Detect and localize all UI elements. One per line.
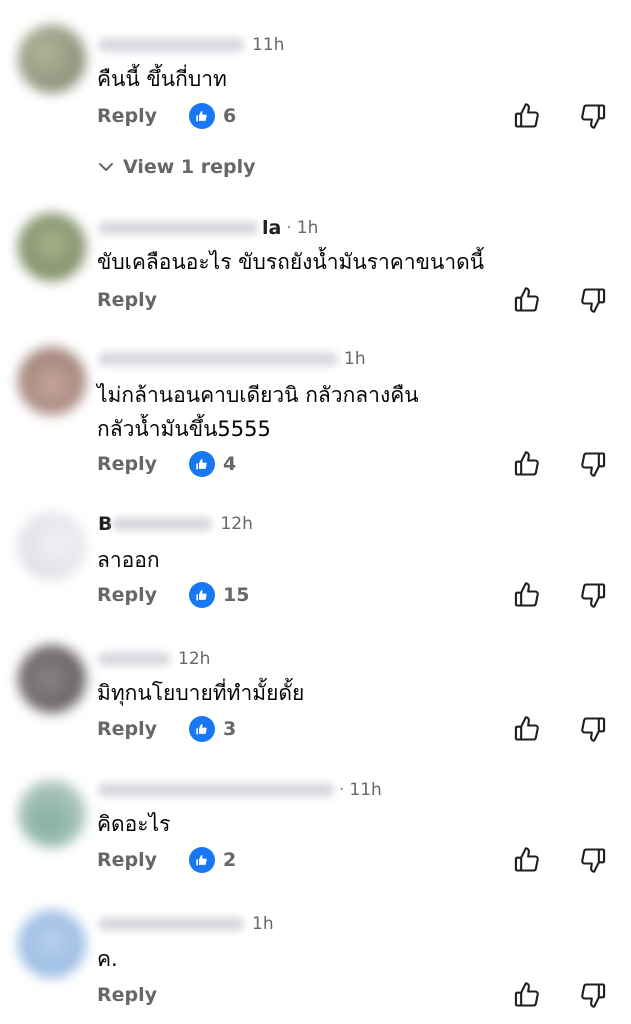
- comment-author-line: 1h: [98, 346, 366, 372]
- comment-text: ขับเคลือนอะไร ขับรถยังน้ำมันราคาขนาดนี้: [97, 250, 485, 274]
- reaction-summary[interactable]: 6: [189, 103, 236, 129]
- thumbs-down-icon[interactable]: [579, 286, 607, 314]
- comment-timestamp: 12h: [178, 649, 211, 669]
- reply-button[interactable]: Reply: [97, 451, 157, 477]
- comment-timestamp: 1h: [296, 218, 319, 238]
- chevron-down-icon: [99, 163, 113, 171]
- thumbs-up-icon[interactable]: [513, 846, 541, 874]
- comment-text: ค.: [97, 947, 118, 971]
- reply-button[interactable]: Reply: [97, 716, 157, 742]
- thumbs-up-icon[interactable]: [513, 981, 541, 1009]
- like-count: 4: [223, 453, 237, 475]
- avatar[interactable]: [18, 645, 86, 713]
- separator-dot: ·: [286, 218, 292, 238]
- like-count: 6: [223, 105, 237, 127]
- separator-dot: ·: [339, 780, 345, 800]
- reaction-summary[interactable]: 4: [189, 451, 236, 477]
- avatar[interactable]: [18, 25, 86, 93]
- avatar[interactable]: [18, 780, 86, 848]
- like-reaction-icon: [189, 582, 215, 608]
- reaction-summary[interactable]: 15: [189, 582, 249, 608]
- comment-author-line: · 11h: [98, 777, 382, 803]
- blurred-author-name[interactable]: [98, 783, 334, 797]
- like-count: 2: [223, 849, 237, 871]
- blurred-author-name[interactable]: [98, 652, 170, 666]
- comment-author-line: la · 1h: [98, 215, 318, 241]
- like-reaction-icon: [189, 847, 215, 873]
- author-name-visible[interactable]: la: [262, 217, 281, 239]
- avatar[interactable]: [18, 910, 86, 978]
- blurred-author-name[interactable]: [98, 38, 244, 52]
- thumbs-up-icon[interactable]: [513, 450, 541, 478]
- like-reaction-icon: [189, 451, 215, 477]
- comment-author-line: 12h: [98, 646, 210, 672]
- avatar[interactable]: [18, 512, 86, 580]
- blurred-author-name[interactable]: [98, 221, 258, 235]
- thumbs-down-icon[interactable]: [579, 581, 607, 609]
- like-count: 15: [223, 584, 250, 606]
- thumbs-down-icon[interactable]: [579, 846, 607, 874]
- blurred-author-name[interactable]: [98, 352, 338, 366]
- thumbs-down-icon[interactable]: [579, 102, 607, 130]
- avatar[interactable]: [18, 347, 86, 415]
- comment-text: ไม่กล้านอนคาบเดียวนิ กลัวกลางคืน กลัวน้ำ…: [97, 383, 419, 441]
- thumbs-down-icon[interactable]: [579, 715, 607, 743]
- like-reaction-icon: [189, 716, 215, 742]
- reply-button[interactable]: Reply: [97, 103, 157, 129]
- author-name-visible[interactable]: B: [98, 513, 112, 535]
- comment-text: คืนนี้ ขึ้นกี่บาท: [97, 67, 227, 91]
- thumbs-up-icon[interactable]: [513, 581, 541, 609]
- thumbs-up-icon[interactable]: [513, 102, 541, 130]
- blurred-author-name[interactable]: [98, 917, 244, 931]
- view-replies-label: View 1 reply: [123, 156, 256, 178]
- reaction-summary[interactable]: 3: [189, 716, 236, 742]
- comment-timestamp: 11h: [349, 780, 382, 800]
- reply-button[interactable]: Reply: [97, 847, 157, 873]
- blurred-author-name[interactable]: [112, 517, 213, 531]
- comment-timestamp: 11h: [252, 35, 285, 55]
- comment-timestamp: 1h: [252, 914, 274, 934]
- comment-text: มิทุกนโยบายที่ทำมั้ยดั้ย: [97, 681, 305, 705]
- avatar[interactable]: [18, 213, 86, 281]
- comment-timestamp: 12h: [220, 514, 253, 534]
- reply-button[interactable]: Reply: [97, 287, 157, 313]
- comment-timestamp: 1h: [344, 349, 366, 369]
- thumbs-down-icon[interactable]: [579, 450, 607, 478]
- thumbs-down-icon[interactable]: [579, 981, 607, 1009]
- comment-text: คิดอะไร: [97, 812, 171, 836]
- comment-author-line: 1h: [98, 911, 274, 937]
- comment-author-line: 11h: [98, 32, 284, 58]
- view-replies-link[interactable]: View 1 reply: [97, 154, 256, 180]
- comment-text: ลาออก: [97, 548, 160, 572]
- reaction-summary[interactable]: 2: [189, 847, 236, 873]
- reply-button[interactable]: Reply: [97, 982, 157, 1008]
- reply-button[interactable]: Reply: [97, 582, 157, 608]
- like-reaction-icon: [189, 103, 215, 129]
- like-count: 3: [223, 718, 237, 740]
- thumbs-up-icon[interactable]: [513, 715, 541, 743]
- thumbs-up-icon[interactable]: [513, 286, 541, 314]
- comment-author-line: B 12h: [98, 511, 253, 537]
